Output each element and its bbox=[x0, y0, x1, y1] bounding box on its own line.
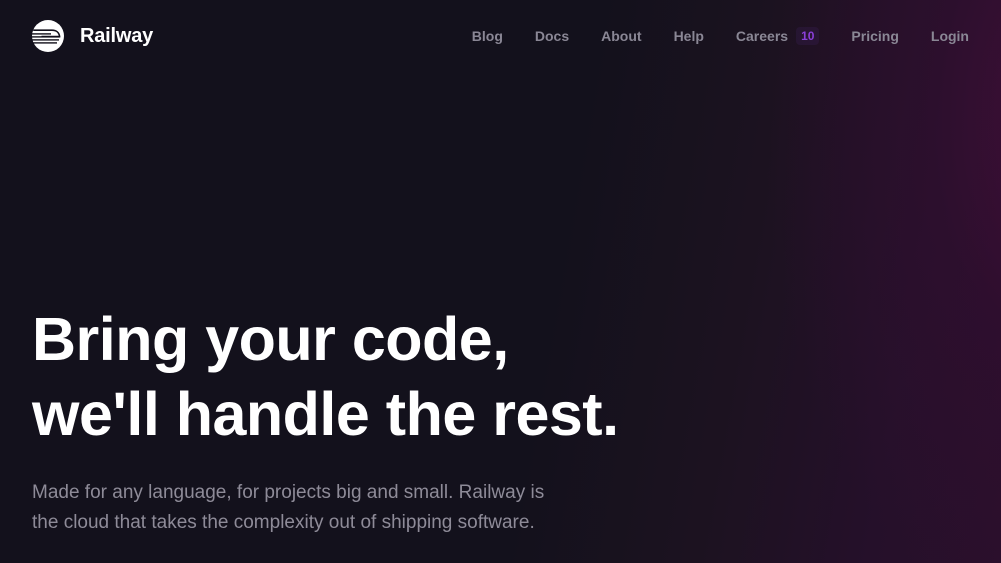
nav-item-label: About bbox=[601, 28, 642, 44]
nav-item-label: Login bbox=[930, 28, 969, 44]
main-nav: Blog Docs About Help Careers 10 Pricing … bbox=[472, 27, 969, 45]
hero-title-line-2: we'll handle the rest. bbox=[32, 380, 619, 448]
nav-item-pricing[interactable]: Pricing bbox=[851, 28, 898, 44]
nav-item-login[interactable]: Login bbox=[931, 28, 969, 44]
railway-train-logo-icon bbox=[32, 20, 64, 52]
nav-item-blog[interactable]: Blog bbox=[472, 28, 503, 44]
nav-item-label: Docs bbox=[534, 28, 570, 44]
nav-item-label: Pricing bbox=[851, 28, 899, 44]
brand-name: Railway bbox=[80, 24, 154, 47]
hero-title-line-1: Bring your code, bbox=[32, 305, 509, 373]
nav-item-label: Blog bbox=[471, 28, 503, 44]
nav-item-label: Help bbox=[673, 28, 704, 44]
site-header: Railway Blog Docs About Help Careers 10 … bbox=[0, 0, 1001, 72]
nav-item-careers[interactable]: Careers 10 bbox=[736, 27, 820, 45]
hero-title: Bring your code, we'll handle the rest. bbox=[32, 302, 632, 452]
nav-item-label: Careers bbox=[735, 28, 789, 44]
hero-subtitle-line-1: Made for any language, for projects big … bbox=[32, 482, 545, 503]
brand-home-link[interactable]: Railway bbox=[32, 20, 153, 52]
hero-subtitle-line-2: the cloud that takes the complexity out … bbox=[32, 512, 535, 533]
hero-section: Bring your code, we'll handle the rest. … bbox=[32, 302, 632, 538]
careers-count-badge: 10 bbox=[796, 27, 820, 45]
nav-item-docs[interactable]: Docs bbox=[535, 28, 569, 44]
nav-item-about[interactable]: About bbox=[601, 28, 641, 44]
hero-subtitle: Made for any language, for projects big … bbox=[32, 478, 632, 538]
nav-item-help[interactable]: Help bbox=[674, 28, 704, 44]
